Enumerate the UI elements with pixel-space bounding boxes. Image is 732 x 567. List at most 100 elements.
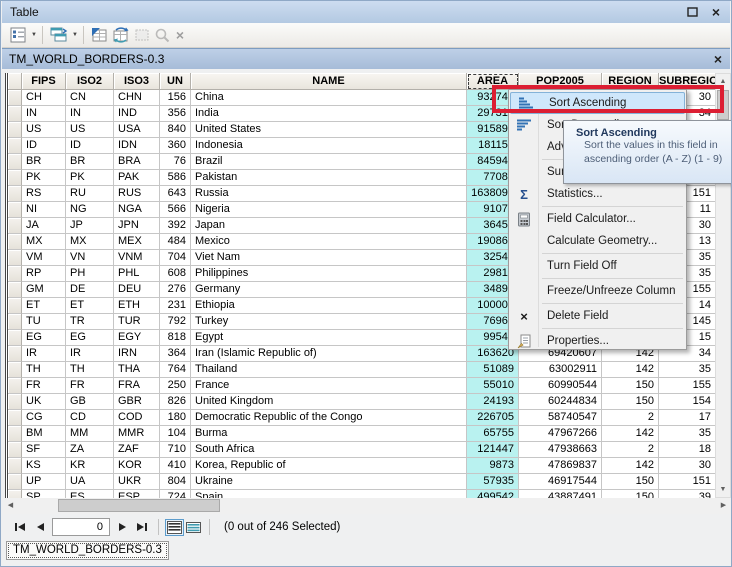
table-cell[interactable]: Democratic Republic of the Congo: [191, 410, 467, 426]
table-cell[interactable]: Burma: [191, 426, 467, 442]
column-header-iso3[interactable]: ISO3: [114, 73, 160, 90]
table-cell[interactable]: South Africa: [191, 442, 467, 458]
table-cell[interactable]: United States: [191, 122, 467, 138]
table-cell[interactable]: VM: [22, 250, 66, 266]
table-cell[interactable]: ZAF: [114, 442, 160, 458]
row-selector[interactable]: [8, 186, 22, 202]
table-cell[interactable]: RU: [66, 186, 114, 202]
table-cell[interactable]: 57935: [467, 474, 519, 490]
table-cell[interactable]: US: [22, 122, 66, 138]
table-cell[interactable]: IR: [22, 346, 66, 362]
row-selector[interactable]: [8, 106, 22, 122]
menu-item-field-calculator[interactable]: Field Calculator...: [509, 208, 686, 230]
table-cell[interactable]: VN: [66, 250, 114, 266]
table-cell[interactable]: TH: [22, 362, 66, 378]
table-cell[interactable]: 710: [160, 442, 191, 458]
table-cell[interactable]: EGY: [114, 330, 160, 346]
table-cell[interactable]: ZA: [66, 442, 114, 458]
table-cell[interactable]: 764: [160, 362, 191, 378]
column-header-iso2[interactable]: ISO2: [66, 73, 114, 90]
panel-close-icon[interactable]: ×: [714, 51, 730, 67]
last-record-icon[interactable]: [132, 518, 152, 536]
table-cell[interactable]: PHL: [114, 266, 160, 282]
table-cell[interactable]: GBR: [114, 394, 160, 410]
table-cell[interactable]: 39: [659, 490, 716, 498]
table-cell[interactable]: China: [191, 90, 467, 106]
table-cell[interactable]: 392: [160, 218, 191, 234]
table-cell[interactable]: VNM: [114, 250, 160, 266]
table-cell[interactable]: 104: [160, 426, 191, 442]
table-cell[interactable]: 151: [659, 474, 716, 490]
horizontal-scrollbar[interactable]: ◀ ▶: [3, 498, 731, 514]
table-cell[interactable]: Ethiopia: [191, 298, 467, 314]
table-cell[interactable]: BRA: [114, 154, 160, 170]
row-selector[interactable]: [8, 490, 22, 498]
table-cell[interactable]: IND: [114, 106, 160, 122]
row-selector[interactable]: [8, 346, 22, 362]
table-cell[interactable]: MM: [66, 426, 114, 442]
table-cell[interactable]: 24193: [467, 394, 519, 410]
table-cell[interactable]: PH: [66, 266, 114, 282]
horizontal-scrollbar-thumb[interactable]: [58, 499, 220, 512]
row-selector[interactable]: [8, 234, 22, 250]
table-cell[interactable]: 35: [659, 362, 716, 378]
table-cell[interactable]: 818: [160, 330, 191, 346]
table-cell[interactable]: Iran (Islamic Republic of): [191, 346, 467, 362]
table-cell[interactable]: IDN: [114, 138, 160, 154]
table-cell[interactable]: Russia: [191, 186, 467, 202]
table-cell[interactable]: India: [191, 106, 467, 122]
table-cell[interactable]: 142: [602, 458, 659, 474]
table-cell[interactable]: 47869837: [519, 458, 602, 474]
table-cell[interactable]: FR: [66, 378, 114, 394]
table-cell[interactable]: KOR: [114, 458, 160, 474]
row-selector[interactable]: [8, 202, 22, 218]
row-selector[interactable]: [8, 250, 22, 266]
row-selector[interactable]: [8, 138, 22, 154]
table-cell[interactable]: CD: [66, 410, 114, 426]
table-cell[interactable]: UKR: [114, 474, 160, 490]
show-all-records-icon[interactable]: [165, 519, 184, 536]
menu-item-delete-field[interactable]: ×Delete Field: [509, 305, 686, 327]
row-selector[interactable]: [8, 394, 22, 410]
zoom-to-selected-icon[interactable]: [152, 24, 173, 46]
show-selected-records-icon[interactable]: [184, 519, 203, 536]
maximize-icon[interactable]: [682, 4, 702, 20]
table-cell[interactable]: United Kingdom: [191, 394, 467, 410]
column-header-fips[interactable]: FIPS: [22, 73, 66, 90]
menu-item-turn-field-off[interactable]: Turn Field Off: [509, 255, 686, 277]
table-cell[interactable]: Thailand: [191, 362, 467, 378]
table-cell[interactable]: MEX: [114, 234, 160, 250]
table-cell[interactable]: 250: [160, 378, 191, 394]
table-cell[interactable]: France: [191, 378, 467, 394]
table-cell[interactable]: 55010: [467, 378, 519, 394]
table-cell[interactable]: 46917544: [519, 474, 602, 490]
tab-tm-world-borders[interactable]: TM_WORLD_BORDERS-0.3: [6, 541, 169, 560]
table-cell[interactable]: 150: [602, 474, 659, 490]
table-cell[interactable]: 30: [659, 458, 716, 474]
table-cell[interactable]: Ukraine: [191, 474, 467, 490]
table-cell[interactable]: ETH: [114, 298, 160, 314]
delete-selected-icon[interactable]: ×: [173, 27, 187, 43]
table-cell[interactable]: 121447: [467, 442, 519, 458]
table-cell[interactable]: 76: [160, 154, 191, 170]
row-selector[interactable]: [8, 314, 22, 330]
table-cell[interactable]: IN: [22, 106, 66, 122]
table-cell[interactable]: BM: [22, 426, 66, 442]
table-cell[interactable]: JPN: [114, 218, 160, 234]
table-cell[interactable]: Mexico: [191, 234, 467, 250]
table-cell[interactable]: MMR: [114, 426, 160, 442]
table-cell[interactable]: DE: [66, 282, 114, 298]
table-cell[interactable]: MX: [22, 234, 66, 250]
table-cell[interactable]: 804: [160, 474, 191, 490]
table-cell[interactable]: ES: [66, 490, 114, 498]
select-by-attributes-icon[interactable]: [89, 24, 110, 46]
table-cell[interactable]: 156: [160, 90, 191, 106]
row-selector[interactable]: [8, 282, 22, 298]
row-selector[interactable]: [8, 426, 22, 442]
first-record-icon[interactable]: [10, 518, 30, 536]
table-options-dropdown-icon[interactable]: ▼: [31, 32, 37, 38]
table-cell[interactable]: 364: [160, 346, 191, 362]
table-cell[interactable]: Korea, Republic of: [191, 458, 467, 474]
table-cell[interactable]: RS: [22, 186, 66, 202]
table-cell[interactable]: IN: [66, 106, 114, 122]
